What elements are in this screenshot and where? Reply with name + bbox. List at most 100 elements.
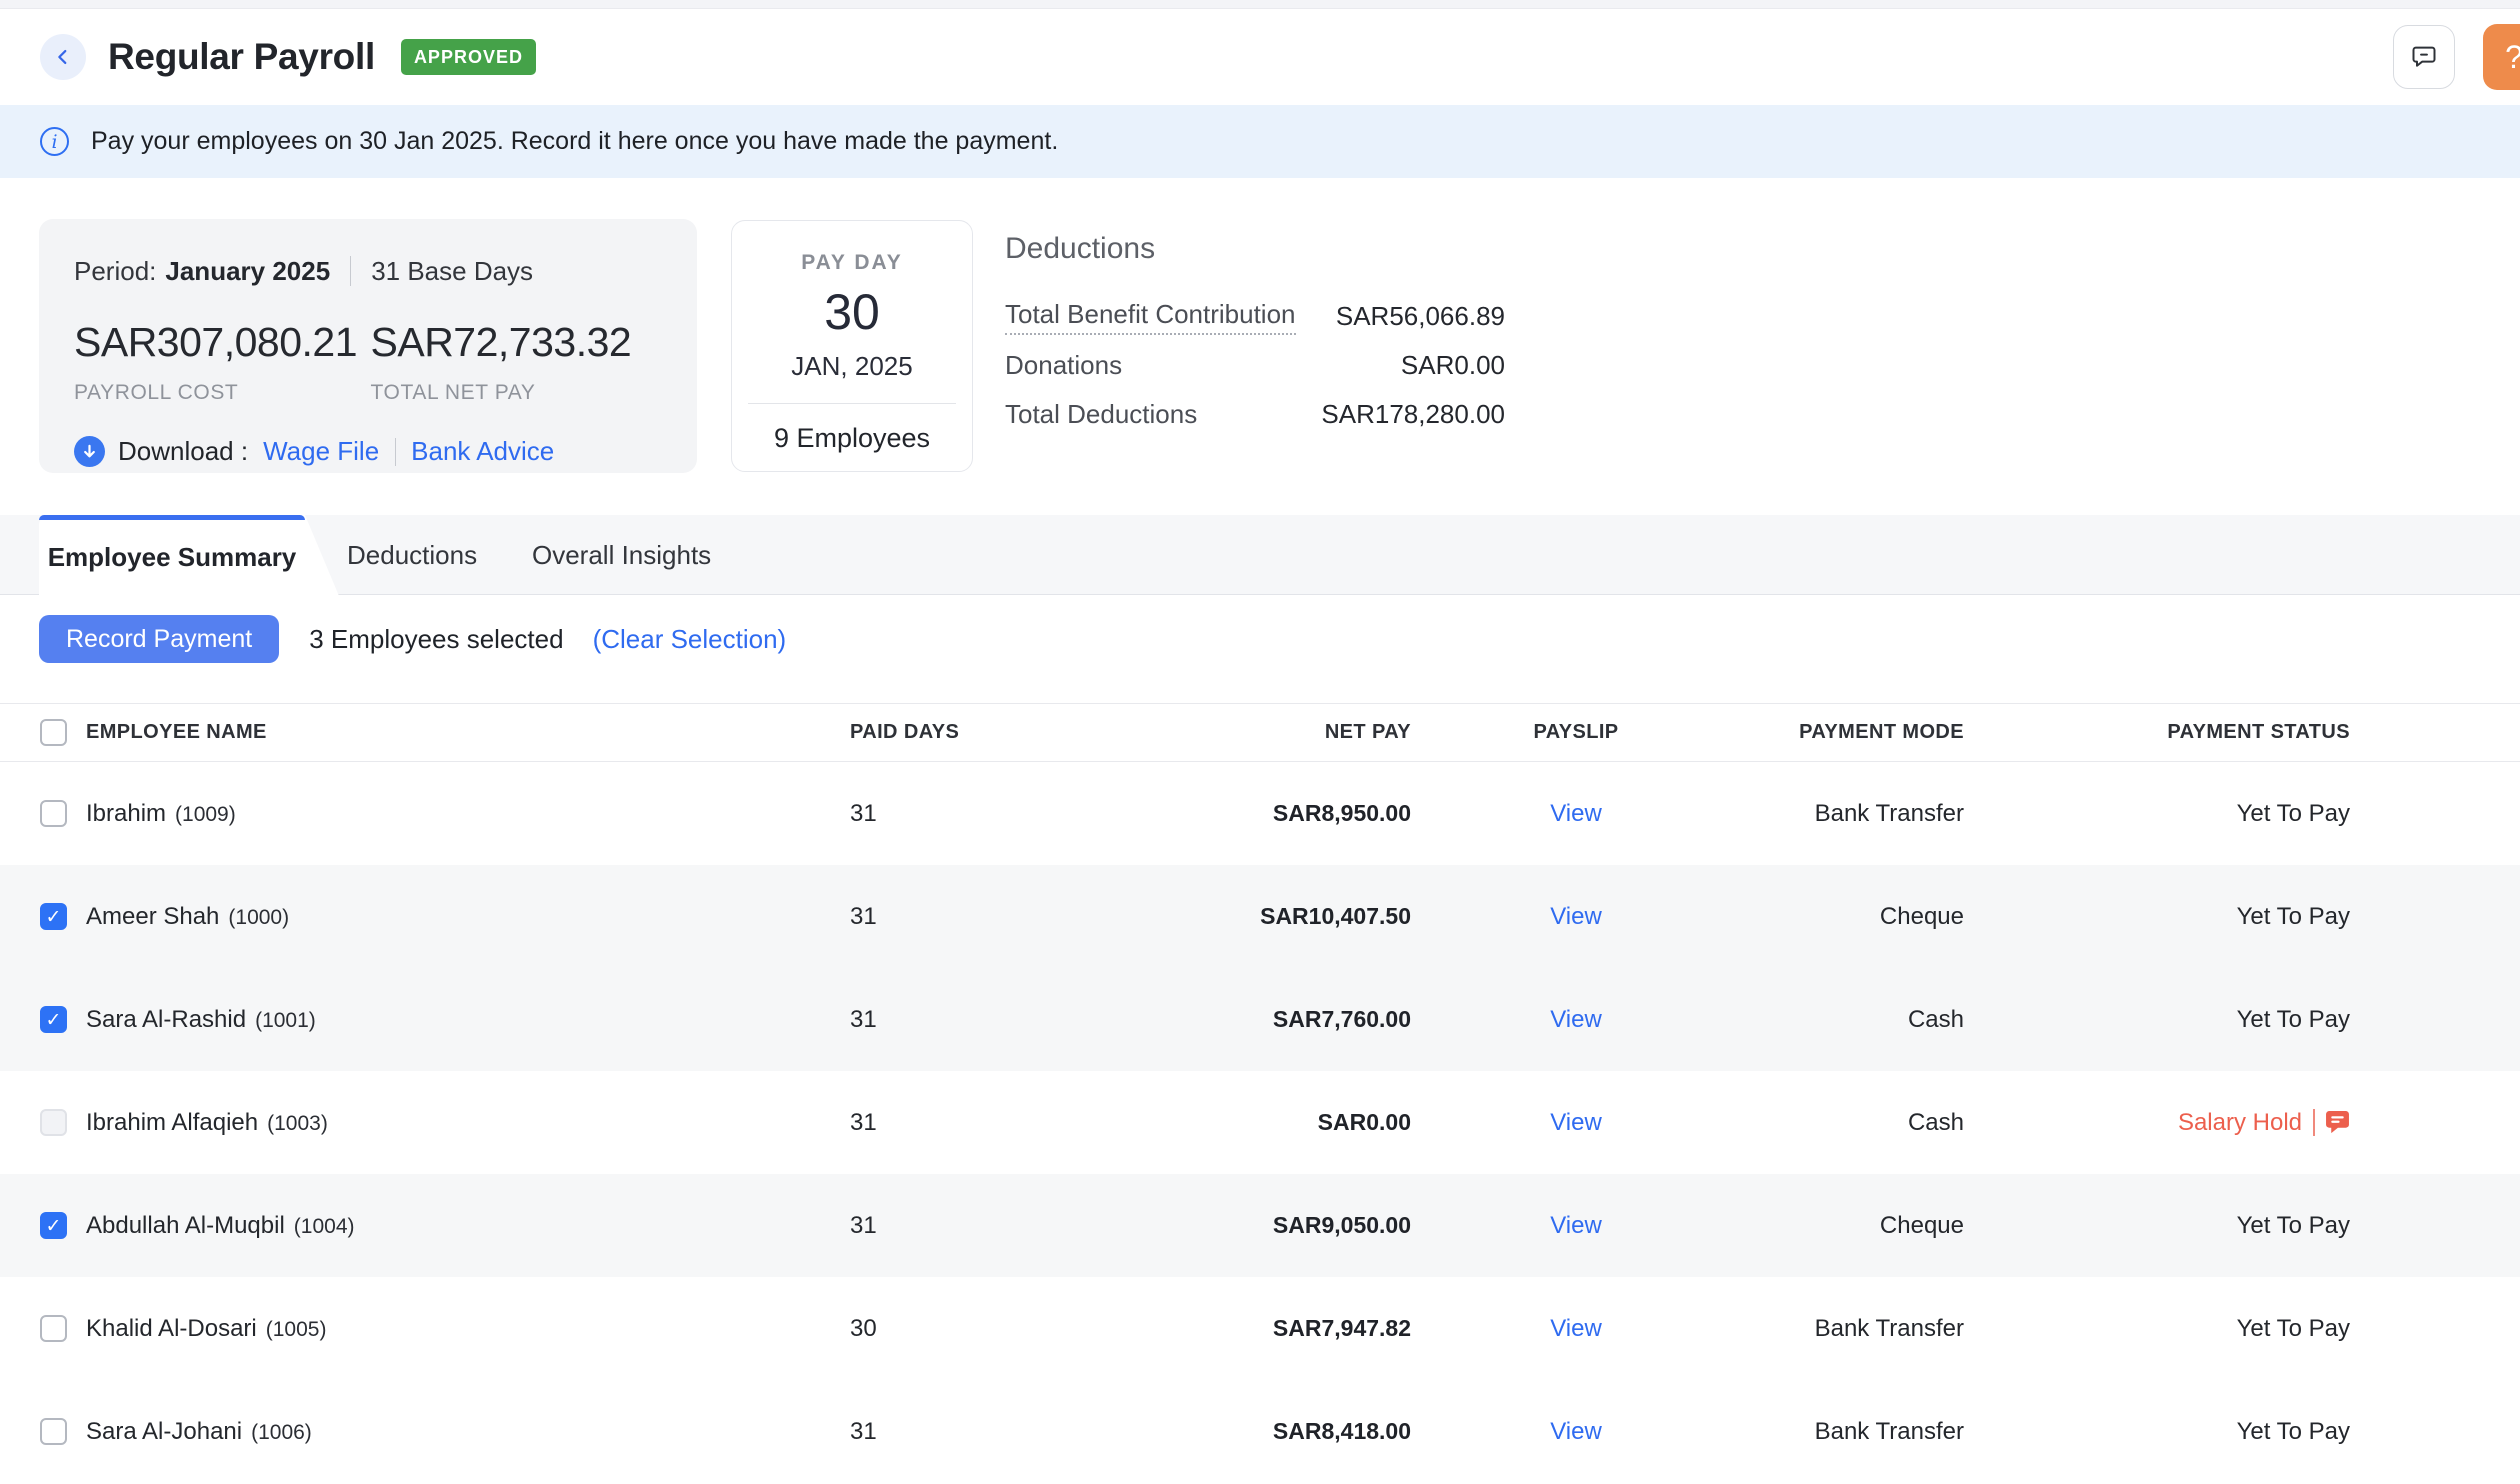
net-pay-value: SAR7,760.00	[1100, 1006, 1411, 1033]
employee-name: Sara Al-Johani	[86, 1418, 242, 1445]
feedback-button[interactable]	[2393, 25, 2455, 89]
row-checkbox[interactable]	[40, 903, 67, 930]
payroll-cost-label: PAYROLL COST	[74, 381, 371, 405]
payment-status-value: Yet To Pay	[2237, 1418, 2350, 1446]
payment-mode-value: Cheque	[1741, 1212, 1964, 1240]
divider	[748, 403, 956, 404]
column-header-paid-days: PAID DAYS	[850, 721, 1100, 744]
bank-advice-link[interactable]: Bank Advice	[411, 436, 554, 467]
period-label: Period:	[74, 256, 156, 287]
row-checkbox[interactable]	[40, 1315, 67, 1342]
employee-name: Ibrahim	[86, 800, 166, 827]
table-row: Abdullah Al-Muqbil(1004) 31 SAR9,050.00 …	[0, 1174, 2520, 1277]
deduction-label: Total Deductions	[1005, 399, 1197, 430]
payment-status-value: Yet To Pay	[2237, 800, 2350, 828]
info-banner: i Pay your employees on 30 Jan 2025. Rec…	[0, 105, 2520, 178]
payment-status-value: Yet To Pay	[2237, 1006, 2350, 1034]
employee-name-cell: Ameer Shah(1000)	[86, 903, 850, 931]
status-badge: APPROVED	[401, 39, 536, 75]
row-checkbox[interactable]	[40, 1006, 67, 1033]
base-days: 31 Base Days	[371, 256, 533, 287]
payment-mode-value: Bank Transfer	[1741, 1418, 1964, 1446]
period-value: January 2025	[165, 256, 330, 287]
payment-mode-value: Bank Transfer	[1741, 800, 1964, 828]
payslip-view-link[interactable]: View	[1550, 1315, 1602, 1342]
employee-table: EMPLOYEE NAME PAID DAYS NET PAY PAYSLIP …	[0, 703, 2520, 1483]
net-pay-value: SAR0.00	[1100, 1109, 1411, 1136]
deduction-value: SAR56,066.89	[1336, 301, 1505, 332]
employee-name: Ameer Shah	[86, 903, 219, 930]
employee-name: Abdullah Al-Muqbil	[86, 1212, 285, 1239]
deductions-rows: Total Benefit Contribution SAR56,066.89 …	[1005, 292, 1505, 439]
deductions-panel: Deductions Total Benefit Contribution SA…	[1005, 232, 1505, 439]
payslip-view-link[interactable]: View	[1550, 1006, 1602, 1033]
employee-id: (1009)	[175, 803, 236, 826]
employee-name-cell: Ibrahim (1009)	[86, 800, 850, 828]
payment-status-value: Yet To Pay	[2237, 1212, 2350, 1240]
question-mark-icon: ?	[2505, 39, 2520, 76]
payment-status-cell: Yet To Pay	[1964, 1006, 2350, 1034]
row-checkbox[interactable]	[40, 800, 67, 827]
column-header-payment-mode: PAYMENT MODE	[1741, 721, 1964, 744]
deduction-row: Donations SAR0.00	[1005, 341, 1505, 390]
column-header-payment-status: PAYMENT STATUS	[1964, 721, 2350, 744]
download-label: Download :	[118, 436, 248, 467]
payroll-summary-card: Period: January 2025 31 Base Days SAR307…	[39, 219, 697, 473]
deduction-row: Total Deductions SAR178,280.00	[1005, 390, 1505, 439]
help-button[interactable]: ?	[2483, 24, 2520, 90]
tab-employee-summary[interactable]: Employee Summary	[39, 515, 339, 596]
payment-status-value: Salary Hold	[2178, 1109, 2302, 1137]
employee-id: (1001)	[255, 1009, 316, 1032]
column-header-employee-name: EMPLOYEE NAME	[86, 721, 850, 744]
payslip-view-link[interactable]: View	[1550, 1418, 1602, 1445]
payroll-cost-value: SAR307,080.21	[74, 319, 371, 366]
payrun-detail-page: Regular Payroll APPROVED ? i Pay your em…	[0, 0, 2520, 1484]
divider	[350, 256, 351, 286]
payslip-view-link[interactable]: View	[1550, 800, 1602, 827]
page-header: Regular Payroll APPROVED ?	[0, 9, 2520, 105]
salary-hold-comment-icon[interactable]	[2325, 1111, 2350, 1134]
table-row: Ibrahim Alfaqieh(1003) 31 SAR0.00 View C…	[0, 1071, 2520, 1174]
chevron-left-icon	[52, 46, 74, 68]
tab-overall-insights[interactable]: Overall Insights	[532, 515, 711, 595]
table-header-row: EMPLOYEE NAME PAID DAYS NET PAY PAYSLIP …	[0, 703, 2520, 762]
deduction-value: SAR178,280.00	[1321, 399, 1505, 430]
selection-count-text: 3 Employees selected	[309, 624, 563, 655]
payslip-view-link[interactable]: View	[1550, 1109, 1602, 1136]
payslip-view-link[interactable]: View	[1550, 1212, 1602, 1239]
paid-days-value: 31	[850, 800, 1100, 828]
table-row: Sara Al-Johani(1006) 31 SAR8,418.00 View…	[0, 1380, 2520, 1483]
deduction-value: SAR0.00	[1401, 350, 1505, 381]
paid-days-value: 31	[850, 903, 1100, 931]
net-pay-value: SAR8,950.00	[1100, 800, 1411, 827]
page-title: Regular Payroll	[108, 36, 375, 78]
employee-name: Khalid Al-Dosari	[86, 1315, 257, 1342]
employee-id: (1005)	[266, 1318, 327, 1341]
employee-name-cell: Abdullah Al-Muqbil(1004)	[86, 1212, 850, 1240]
total-net-pay-value: SAR72,733.32	[371, 319, 668, 366]
payment-mode-value: Cheque	[1741, 903, 1964, 931]
wage-file-link[interactable]: Wage File	[263, 436, 379, 467]
clear-selection-link[interactable]: (Clear Selection)	[593, 624, 787, 655]
tab-label: Employee Summary	[39, 520, 305, 594]
select-all-checkbox[interactable]	[40, 719, 67, 746]
payment-status-cell: Yet To Pay	[1964, 903, 2350, 931]
table-row: Ibrahim (1009) 31 SAR8,950.00 View Bank T…	[0, 762, 2520, 865]
table-row: Khalid Al-Dosari(1005) 30 SAR7,947.82 Vi…	[0, 1277, 2520, 1380]
net-pay-value: SAR9,050.00	[1100, 1212, 1411, 1239]
back-button[interactable]	[40, 34, 86, 80]
employee-name: Ibrahim Alfaqieh	[86, 1109, 258, 1136]
row-checkbox[interactable]	[40, 1418, 67, 1445]
paid-days-value: 30	[850, 1315, 1100, 1343]
total-net-pay-label: TOTAL NET PAY	[371, 381, 668, 405]
row-checkbox[interactable]	[40, 1212, 67, 1239]
record-payment-button[interactable]: Record Payment	[39, 615, 279, 663]
employee-id: (1003)	[267, 1112, 328, 1135]
paid-days-value: 31	[850, 1109, 1100, 1137]
arrow-down-circle-icon	[74, 436, 105, 467]
tab-deductions[interactable]: Deductions	[347, 515, 477, 595]
payslip-view-link[interactable]: View	[1550, 903, 1602, 930]
payday-month-year: JAN, 2025	[732, 351, 972, 382]
row-checkbox[interactable]	[40, 1109, 67, 1136]
payment-status-cell: Yet To Pay	[1964, 1315, 2350, 1343]
